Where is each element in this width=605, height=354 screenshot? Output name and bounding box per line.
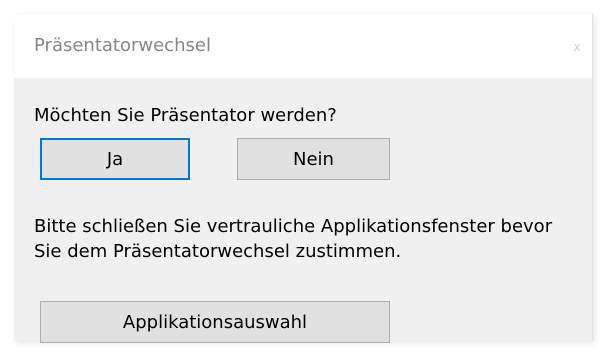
info-text-line-1: Bitte schließen Sie vertrauliche Applika… — [34, 216, 553, 237]
screen: Präsentatorwechsel x Möchten Sie Präsent… — [0, 0, 605, 354]
presenter-change-dialog: Präsentatorwechsel x Möchten Sie Präsent… — [14, 14, 594, 343]
presenter-question: Möchten Sie Präsentator werden? — [34, 105, 337, 126]
info-text-line-2: Sie dem Präsentatorwechsel zustimmen. — [34, 241, 402, 262]
dialog-title: Präsentatorwechsel — [34, 35, 211, 56]
close-icon[interactable]: x — [562, 32, 592, 62]
yes-button[interactable]: Ja — [40, 138, 190, 180]
dialog-titlebar: Präsentatorwechsel x — [14, 14, 592, 78]
application-selection-button[interactable]: Applikationsauswahl — [40, 301, 390, 343]
info-text: Bitte schließen Sie vertrauliche Applika… — [34, 214, 594, 264]
no-button[interactable]: Nein — [237, 138, 390, 180]
